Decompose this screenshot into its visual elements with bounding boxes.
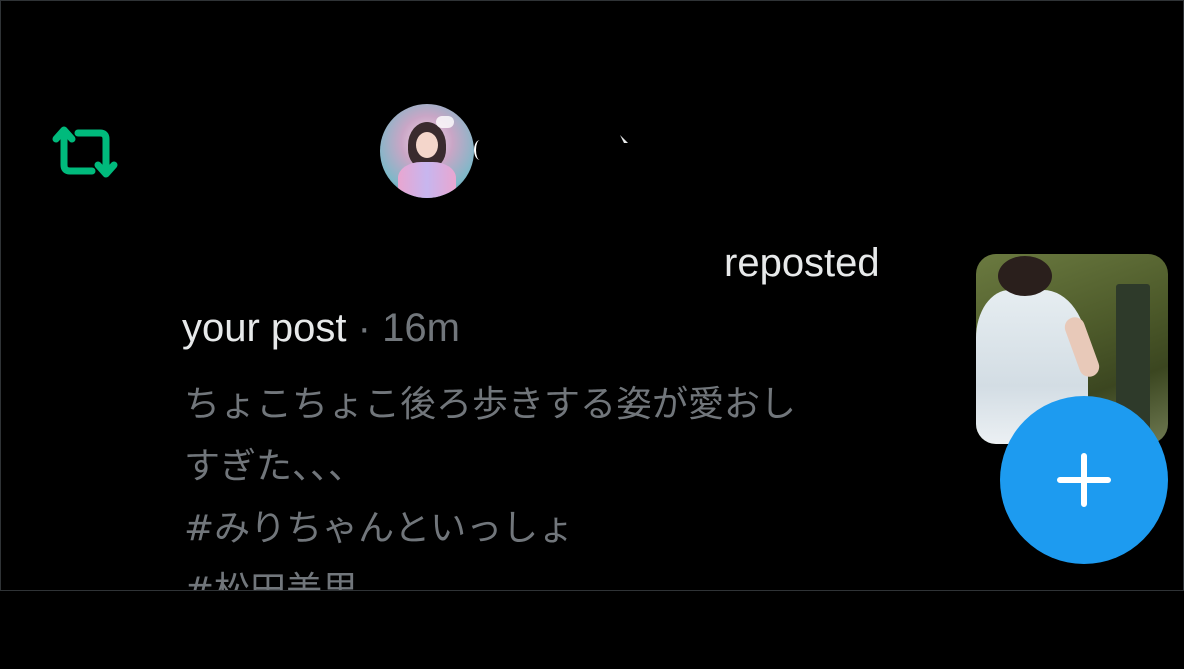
thumbnail-hair [998,256,1052,296]
repost-icon [52,126,118,178]
post-text-line: ちょこちょこ後ろ歩きする姿が愛おし [184,384,797,425]
post-text-line: すぎた、、、 [184,446,365,487]
reposter-avatar[interactable] [380,104,474,198]
name-mark [620,135,628,143]
hashtag-line[interactable]: #みりちゃんといっしょ [184,498,924,560]
avatar-bow [436,116,454,128]
bottom-bar [0,591,1184,669]
plus-icon [1057,453,1111,507]
post-text[interactable]: ちょこちょこ後ろ歩きする姿が愛おし すぎた、、、 #みりちゃんといっしょ #松田… [184,374,924,590]
hashtag-line[interactable]: #松田美里 [184,560,924,590]
compose-post-button[interactable] [1000,396,1168,564]
avatar-edge-mark [474,140,486,160]
avatar-dress [398,162,456,198]
timestamp: 16m [382,306,460,350]
reposted-label: reposted [724,241,880,285]
avatar-face [416,132,438,158]
separator-dot: · [357,306,371,350]
post-reference[interactable]: your post · 16m [182,302,460,354]
your-post-label: your post [182,306,347,350]
